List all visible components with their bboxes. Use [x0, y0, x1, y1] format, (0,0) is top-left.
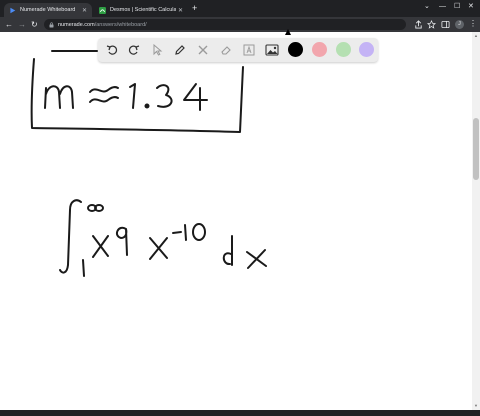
tab-desmos[interactable]: Desmos | Scientific Calculator ✕: [94, 3, 188, 17]
scroll-down-arrow-icon[interactable]: ▼: [474, 403, 478, 408]
close-tab-icon[interactable]: ✕: [82, 7, 87, 14]
scroll-up-arrow-icon[interactable]: ▲: [474, 33, 478, 38]
tab-numerade-whiteboard[interactable]: Numerade Whiteboard ✕: [4, 3, 92, 17]
scrollbar-thumb[interactable]: [473, 118, 479, 180]
color-swatch-pink[interactable]: [312, 42, 327, 57]
image-tool-icon[interactable]: [264, 42, 280, 58]
address-bar[interactable]: numerade.com/answers/whiteboard/: [44, 19, 406, 30]
bookmark-star-icon[interactable]: [427, 20, 436, 29]
mouse-cursor-icon: [285, 29, 291, 35]
select-pointer-icon[interactable]: [149, 42, 165, 58]
forward-arrow-icon[interactable]: →: [18, 20, 26, 29]
vertical-scrollbar[interactable]: [472, 32, 480, 410]
drawing-toolbar: [98, 38, 378, 62]
tab-search-icon[interactable]: ⌄: [424, 3, 430, 11]
redo-icon[interactable]: [126, 42, 142, 58]
browser-tab-strip: Numerade Whiteboard ✕ Desmos | Scientifi…: [0, 0, 480, 17]
side-panel-icon[interactable]: [441, 20, 450, 29]
numerade-play-icon: [10, 7, 16, 13]
handwriting-ink: [30, 50, 267, 277]
pen-icon[interactable]: [172, 42, 188, 58]
close-window-icon[interactable]: ✕: [468, 3, 474, 11]
color-swatch-purple[interactable]: [359, 42, 374, 57]
minimize-icon[interactable]: —: [439, 3, 446, 11]
tab-title: Numerade Whiteboard: [20, 7, 76, 13]
share-icon[interactable]: [414, 20, 423, 29]
maximize-icon[interactable]: ☐: [454, 3, 460, 11]
desmos-icon: [99, 6, 106, 14]
eraser-icon[interactable]: [218, 42, 234, 58]
new-tab-button[interactable]: +: [192, 4, 197, 13]
reload-icon[interactable]: ↻: [31, 20, 38, 29]
profile-avatar[interactable]: J: [455, 20, 464, 29]
color-swatch-green[interactable]: [336, 42, 351, 57]
whiteboard-canvas[interactable]: [0, 32, 472, 410]
text-tool-icon[interactable]: [241, 42, 257, 58]
color-swatch-black[interactable]: [288, 42, 303, 57]
window-bottom-edge: [0, 410, 480, 416]
lock-icon: [49, 21, 54, 27]
url-path: /answers/whiteboard/: [94, 21, 147, 28]
browser-menu-icon[interactable]: ⋮: [469, 19, 477, 29]
tab-title: Desmos | Scientific Calculator: [110, 7, 176, 13]
back-arrow-icon[interactable]: ←: [5, 20, 13, 29]
tools-icon[interactable]: [195, 42, 211, 58]
close-tab-icon[interactable]: ✕: [178, 7, 183, 14]
undo-icon[interactable]: [104, 42, 120, 58]
browser-toolbar: ← → ↻ numerade.com/answers/whiteboard/ J…: [0, 17, 480, 32]
url-host: numerade.com: [58, 21, 95, 28]
